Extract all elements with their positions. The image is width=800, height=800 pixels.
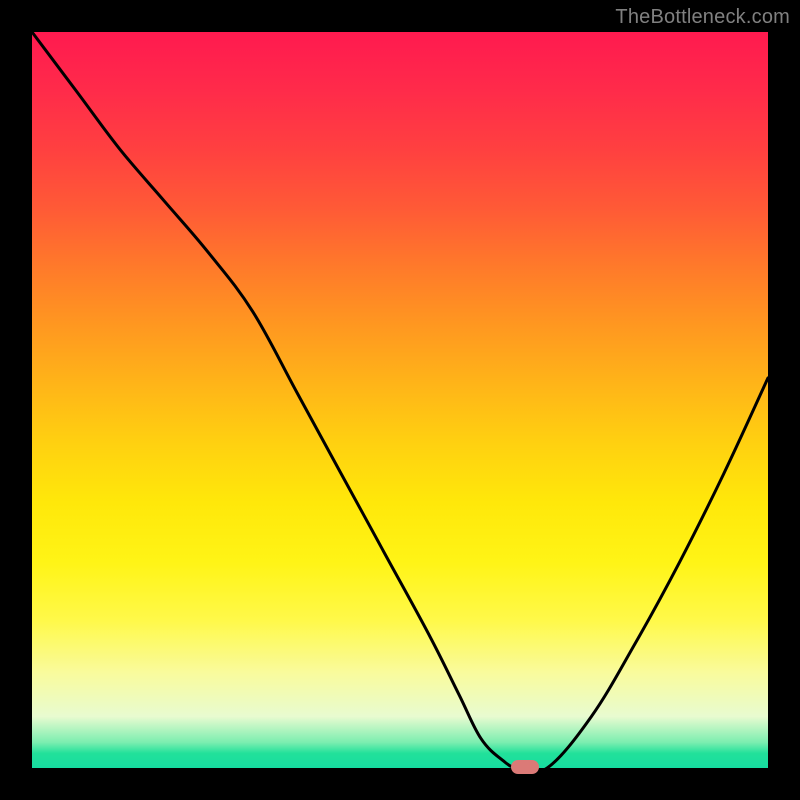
chart-frame: TheBottleneck.com — [0, 0, 800, 800]
bottleneck-curve — [32, 32, 768, 768]
watermark-text: TheBottleneck.com — [615, 6, 790, 29]
optimum-marker-icon — [511, 760, 539, 774]
plot-area — [32, 32, 768, 768]
